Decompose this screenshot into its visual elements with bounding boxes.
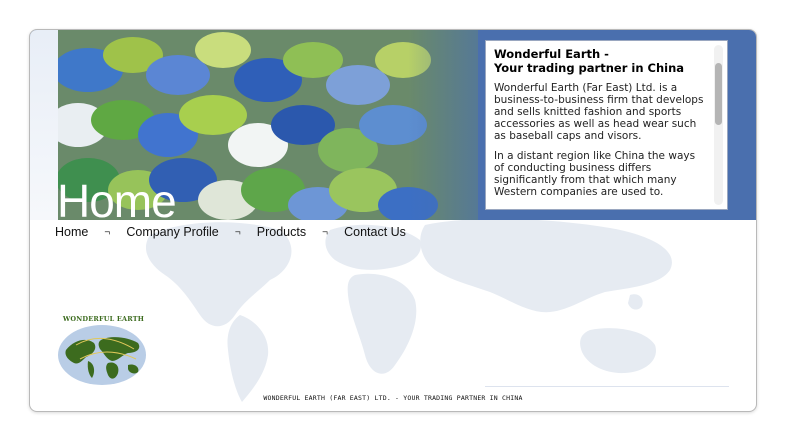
nav-separator: ¬	[104, 226, 111, 238]
nav-separator: ¬	[322, 226, 329, 238]
intro-scroll-thumb[interactable]	[715, 63, 722, 125]
intro-paragraph-2: In a distant region like China the ways …	[494, 150, 696, 198]
intro-scrollbar[interactable]	[714, 45, 723, 205]
intro-textbox[interactable]: Wonderful Earth - Your trading partner i…	[485, 40, 728, 210]
main-nav: Home ¬ Company Profile ¬ Products ¬ Cont…	[55, 223, 406, 241]
page-title: Home	[57, 175, 177, 227]
footer-text: WONDERFUL EARTH (FAR EAST) LTD. - YOUR T…	[263, 394, 523, 402]
logo-text: WONDERFUL EARTH	[62, 315, 145, 323]
nav-item-products[interactable]: Products	[257, 225, 306, 239]
nav-item-home[interactable]: Home	[55, 225, 88, 239]
intro-title-line1: Wonderful Earth -	[494, 47, 609, 61]
intro-title: Wonderful Earth - Your trading partner i…	[494, 47, 708, 75]
intro-paragraph-1: Wonderful Earth (Far East) Ltd. is a bus…	[494, 82, 704, 142]
page-frame: Home Wonderful Earth - Your trading part…	[29, 29, 757, 412]
nav-item-contact-us[interactable]: Contact Us	[344, 225, 406, 239]
footer-divider	[485, 386, 729, 387]
globe-icon	[58, 325, 146, 385]
photo-fade	[408, 30, 478, 220]
nav-item-company-profile[interactable]: Company Profile	[126, 225, 218, 239]
intro-content: Wonderful Earth - Your trading partner i…	[494, 47, 708, 205]
nav-separator: ¬	[234, 226, 241, 238]
company-logo[interactable]: WONDERFUL EARTH	[56, 315, 151, 390]
intro-title-line2: Your trading partner in China	[494, 61, 685, 75]
header-left-strip	[30, 30, 58, 220]
